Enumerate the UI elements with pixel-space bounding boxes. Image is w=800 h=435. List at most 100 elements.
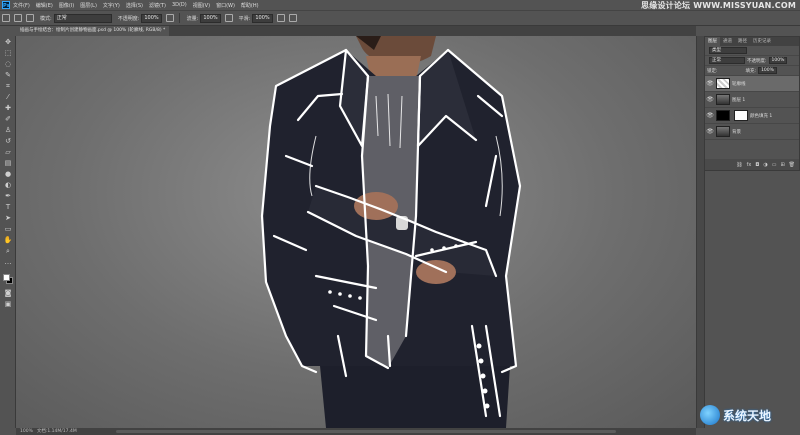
opacity-field[interactable]: 100% — [141, 13, 162, 23]
fx-icon[interactable]: fx — [747, 162, 752, 168]
layer-name: 颜色填充 1 — [750, 113, 773, 119]
shape-tool-icon[interactable]: ▭ — [3, 225, 13, 233]
marquee-tool-icon[interactable]: ⬚ — [3, 49, 13, 57]
layer-opacity-field[interactable]: 100% — [768, 57, 788, 64]
zoom-level[interactable]: 100% — [20, 428, 33, 435]
canvas[interactable] — [16, 36, 696, 428]
flow-field[interactable]: 100% — [200, 13, 221, 23]
fill-field[interactable]: 100% — [758, 67, 777, 74]
tab-channels[interactable]: 通道 — [720, 37, 735, 46]
menu-bar: Ps 文件(F) 编辑(E) 图像(I) 图层(L) 文字(Y) 选择(S) 滤… — [0, 0, 800, 10]
zoom-tool-icon[interactable]: ⌕ — [3, 247, 13, 255]
eye-icon[interactable]: 👁 — [706, 96, 714, 104]
menu-view[interactable]: 视图(V) — [193, 2, 210, 9]
menu-file[interactable]: 文件(F) — [13, 2, 30, 9]
history-brush-tool-icon[interactable]: ↺ — [3, 137, 13, 145]
mode-select[interactable]: 正常 — [53, 13, 112, 23]
blend-row: 正常 不透明度: 100% — [705, 56, 799, 66]
mask-icon[interactable]: ◘ — [755, 162, 759, 168]
filter-row: 类型 — [705, 46, 799, 56]
panel-dock-empty — [704, 171, 800, 428]
smooth-settings-icon[interactable] — [276, 14, 285, 22]
layer-row[interactable]: 👁 图层 1 — [705, 92, 799, 108]
horizontal-scrollbar[interactable] — [116, 430, 616, 433]
smooth-field[interactable]: 100% — [252, 13, 273, 23]
watermark-logo-icon — [700, 405, 720, 425]
airbrush-icon[interactable] — [224, 14, 233, 22]
smooth-label: 平滑: — [238, 15, 251, 22]
layers-panel: 图层 通道 路径 历史记录 类型 正常 不透明度: 100% 锁定: 填充: 1… — [704, 36, 800, 171]
menu-filter[interactable]: 滤镜(T) — [149, 2, 166, 9]
tab-paths[interactable]: 路径 — [735, 37, 750, 46]
opacity-label: 不透明度: — [117, 15, 140, 22]
brush-size-icon[interactable] — [14, 14, 22, 22]
more-tools-icon[interactable]: … — [3, 258, 13, 266]
layer-name: 轮廓线 — [732, 81, 746, 87]
dodge-tool-icon[interactable]: ◐ — [3, 181, 13, 189]
path-select-tool-icon[interactable]: ➤ — [3, 214, 13, 222]
brush-tool-icon[interactable]: ✐ — [3, 115, 13, 123]
blur-tool-icon[interactable]: ● — [3, 170, 13, 178]
eye-icon[interactable]: 👁 — [706, 80, 714, 88]
healing-tool-icon[interactable]: ✚ — [3, 104, 13, 112]
tab-layers[interactable]: 图层 — [705, 37, 720, 46]
menu-3d[interactable]: 3D(D) — [172, 2, 187, 8]
menu-layer[interactable]: 图层(L) — [80, 2, 97, 9]
status-bar: 100% 文档:1.14M/17.4M — [16, 428, 696, 435]
hand-tool-icon[interactable]: ✋ — [3, 236, 13, 244]
new-layer-icon[interactable]: ⊞ — [780, 162, 784, 168]
menu-help[interactable]: 帮助(H) — [241, 2, 259, 9]
layer-thumbnail — [716, 78, 730, 89]
layer-row[interactable]: 👁 颜色填充 1 — [705, 108, 799, 124]
menu-select[interactable]: 选择(S) — [126, 2, 143, 9]
lasso-tool-icon[interactable]: ◌ — [3, 60, 13, 68]
brush-preset-icon[interactable] — [2, 14, 10, 22]
document-info[interactable]: 文档:1.14M/17.4M — [37, 428, 77, 435]
eye-icon[interactable]: 👁 — [706, 128, 714, 136]
mode-label: 模式: — [40, 15, 52, 22]
menu-edit[interactable]: 编辑(E) — [36, 2, 53, 9]
menu-window[interactable]: 窗口(W) — [216, 2, 235, 9]
lock-label: 锁定: — [707, 68, 718, 74]
eraser-tool-icon[interactable]: ▱ — [3, 148, 13, 156]
layer-mask-thumbnail — [734, 110, 748, 121]
quick-select-tool-icon[interactable]: ✎ — [3, 71, 13, 79]
group-icon[interactable]: ▭ — [772, 162, 777, 168]
gradient-tool-icon[interactable]: ▤ — [3, 159, 13, 167]
adjustment-icon[interactable]: ◑ — [763, 162, 767, 168]
brush-panel-icon[interactable] — [26, 14, 34, 22]
screen-mode-icon[interactable]: ▣ — [3, 300, 13, 308]
document-tab-bar: 插画与手绘结合：绘制片创建静物画面.psd @ 100% (轮廓线, RGB/8… — [16, 26, 696, 36]
quick-mask-icon[interactable]: ◙ — [3, 289, 13, 297]
layer-kind-filter[interactable]: 类型 — [709, 47, 747, 54]
blend-mode-select[interactable]: 正常 — [709, 57, 745, 64]
flow-label: 流量: — [186, 15, 199, 22]
eye-icon[interactable]: 👁 — [706, 112, 714, 120]
panel-tabs: 图层 通道 路径 历史记录 — [705, 37, 799, 46]
photoshop-window: Ps 文件(F) 编辑(E) 图像(I) 图层(L) 文字(Y) 选择(S) 滤… — [0, 0, 800, 435]
link-icon[interactable]: ⛓ — [736, 162, 742, 168]
collapsed-panels-strip[interactable] — [696, 36, 704, 428]
move-tool-icon[interactable]: ✥ — [3, 38, 13, 46]
menu-type[interactable]: 文字(Y) — [103, 2, 120, 9]
photoshop-logo: Ps — [2, 1, 10, 9]
document-image — [260, 36, 522, 428]
pressure-size-icon[interactable] — [288, 14, 297, 22]
stamp-tool-icon[interactable]: ♙ — [3, 126, 13, 134]
trash-icon[interactable]: 🗑 — [789, 162, 795, 168]
document-tab[interactable]: 插画与手绘结合：绘制片创建静物画面.psd @ 100% (轮廓线, RGB/8… — [16, 26, 170, 36]
color-swatches[interactable] — [3, 274, 13, 284]
layer-row[interactable]: 👁 背景 — [705, 124, 799, 140]
layers-footer: ⛓ fx ◘ ◑ ▭ ⊞ 🗑 — [705, 159, 799, 170]
eyedropper-tool-icon[interactable]: ⁄ — [3, 93, 13, 101]
pen-tool-icon[interactable]: ✒ — [3, 192, 13, 200]
crop-tool-icon[interactable]: ⌗ — [3, 82, 13, 90]
foreground-color-swatch[interactable] — [3, 274, 10, 281]
separator — [178, 13, 180, 23]
layer-row[interactable]: 👁 轮廓线 — [705, 76, 799, 92]
pressure-opacity-icon[interactable] — [165, 14, 174, 22]
tab-history[interactable]: 历史记录 — [750, 37, 774, 46]
menu-image[interactable]: 图像(I) — [59, 2, 74, 9]
type-tool-icon[interactable]: T — [3, 203, 13, 211]
layer-thumbnail — [716, 126, 730, 137]
